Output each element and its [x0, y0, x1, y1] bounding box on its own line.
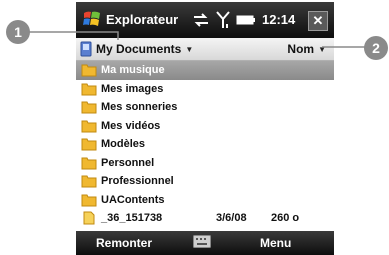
callout-leader-lines [24, 31, 366, 48]
callout-1: 1 [6, 20, 30, 44]
callout-2: 2 [364, 36, 388, 60]
